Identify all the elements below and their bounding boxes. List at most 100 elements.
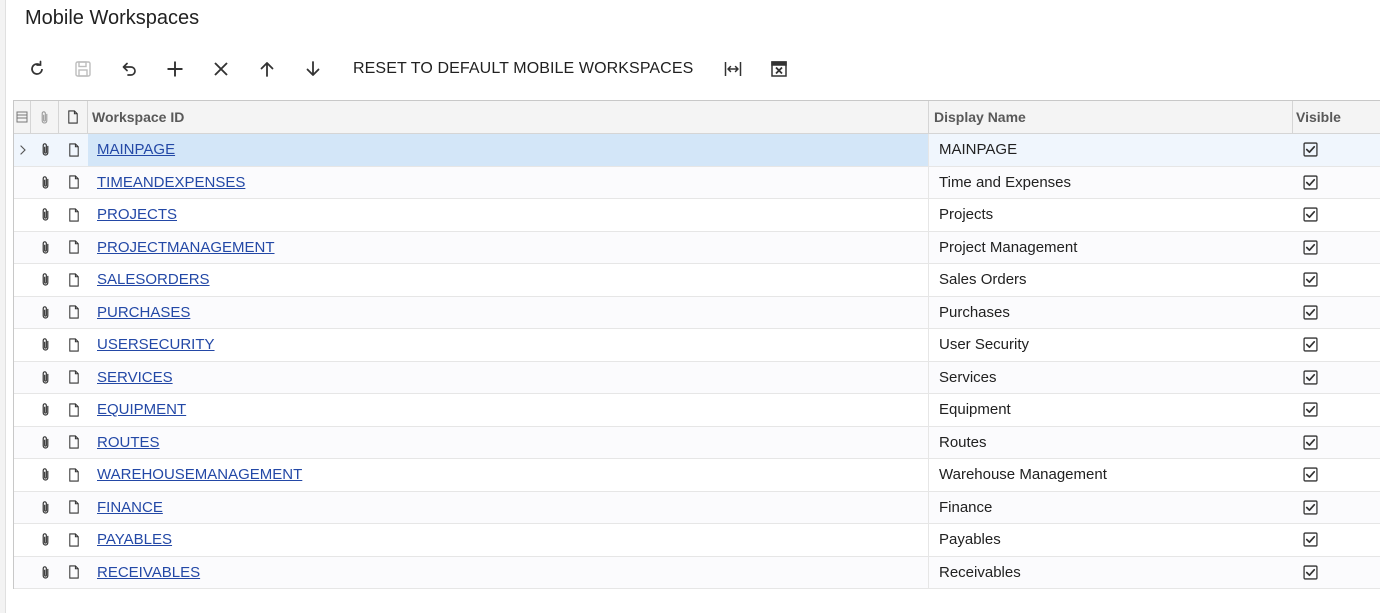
row-notes[interactable]: [59, 199, 88, 231]
workspace-id-column-header[interactable]: Workspace ID: [88, 101, 929, 133]
row-selector[interactable]: [14, 297, 31, 329]
reset-to-default-button[interactable]: RESET TO DEFAULT MOBILE WORKSPACES: [336, 52, 710, 86]
table-row[interactable]: MAINPAGE MAINPAGE: [14, 134, 1380, 167]
save-button[interactable]: [60, 52, 106, 86]
row-notes[interactable]: [59, 394, 88, 426]
row-notes[interactable]: [59, 232, 88, 264]
row-selector[interactable]: [14, 427, 31, 459]
table-row[interactable]: FINANCE Finance: [14, 491, 1380, 524]
workspace-id-link[interactable]: USERSECURITY: [97, 336, 215, 353]
table-row[interactable]: TIMEANDEXPENSES Time and Expenses: [14, 166, 1380, 199]
visible-checkbox[interactable]: [1303, 435, 1318, 450]
row-selector[interactable]: [14, 199, 31, 231]
undo-button[interactable]: [106, 52, 152, 86]
table-row[interactable]: EQUIPMENT Equipment: [14, 394, 1380, 427]
table-row[interactable]: USERSECURITY User Security: [14, 329, 1380, 362]
display-name-cell[interactable]: Sales Orders: [929, 264, 1293, 296]
row-attachments[interactable]: [31, 492, 59, 524]
row-selector[interactable]: [14, 557, 31, 589]
display-name-cell[interactable]: Project Management: [929, 232, 1293, 264]
row-attachments[interactable]: [31, 394, 59, 426]
display-name-cell[interactable]: Time and Expenses: [929, 167, 1293, 199]
row-attachments[interactable]: [31, 232, 59, 264]
visible-checkbox[interactable]: [1303, 337, 1318, 352]
display-name-cell[interactable]: Services: [929, 362, 1293, 394]
display-name-column-header[interactable]: Display Name: [929, 101, 1293, 133]
row-selector[interactable]: [14, 167, 31, 199]
row-attachments[interactable]: [31, 524, 59, 556]
row-attachments[interactable]: [31, 134, 59, 166]
table-row[interactable]: RECEIVABLES Receivables: [14, 556, 1380, 589]
row-attachments[interactable]: [31, 297, 59, 329]
row-notes[interactable]: [59, 167, 88, 199]
visible-checkbox[interactable]: [1303, 500, 1318, 515]
row-attachments[interactable]: [31, 362, 59, 394]
workspace-id-link[interactable]: PURCHASES: [97, 304, 190, 321]
move-down-button[interactable]: [290, 52, 336, 86]
row-selector[interactable]: [14, 134, 31, 166]
workspace-id-link[interactable]: PAYABLES: [97, 531, 172, 548]
workspace-id-link[interactable]: TIMEANDEXPENSES: [97, 174, 245, 191]
table-row[interactable]: PROJECTMANAGEMENT Project Management: [14, 231, 1380, 264]
table-row[interactable]: PURCHASES Purchases: [14, 296, 1380, 329]
display-name-cell[interactable]: Receivables: [929, 557, 1293, 589]
table-row[interactable]: SERVICES Services: [14, 361, 1380, 394]
add-row-button[interactable]: [152, 52, 198, 86]
refresh-button[interactable]: [14, 52, 60, 86]
display-name-cell[interactable]: Projects: [929, 199, 1293, 231]
row-selector-header[interactable]: [14, 101, 31, 133]
workspace-id-link[interactable]: PROJECTS: [97, 206, 177, 223]
row-selector[interactable]: [14, 264, 31, 296]
visible-checkbox[interactable]: [1303, 532, 1318, 547]
workspace-id-link[interactable]: FINANCE: [97, 499, 163, 516]
row-notes[interactable]: [59, 264, 88, 296]
table-row[interactable]: ROUTES Routes: [14, 426, 1380, 459]
table-row[interactable]: PROJECTS Projects: [14, 199, 1380, 232]
workspace-id-link[interactable]: MAINPAGE: [97, 141, 175, 158]
row-notes[interactable]: [59, 427, 88, 459]
display-name-cell[interactable]: Warehouse Management: [929, 459, 1293, 491]
workspace-id-link[interactable]: SALESORDERS: [97, 271, 210, 288]
row-attachments[interactable]: [31, 427, 59, 459]
row-notes[interactable]: [59, 557, 88, 589]
workspace-id-link[interactable]: RECEIVABLES: [97, 564, 200, 581]
visible-checkbox[interactable]: [1303, 272, 1318, 287]
workspace-id-link[interactable]: SERVICES: [97, 369, 173, 386]
move-up-button[interactable]: [244, 52, 290, 86]
visible-checkbox[interactable]: [1303, 565, 1318, 580]
row-attachments[interactable]: [31, 329, 59, 361]
row-notes[interactable]: [59, 297, 88, 329]
visible-checkbox[interactable]: [1303, 402, 1318, 417]
workspace-id-link[interactable]: ROUTES: [97, 434, 160, 451]
workspace-id-link[interactable]: WAREHOUSEMANAGEMENT: [97, 466, 302, 483]
visible-checkbox[interactable]: [1303, 305, 1318, 320]
visible-checkbox[interactable]: [1303, 175, 1318, 190]
display-name-cell[interactable]: MAINPAGE: [929, 134, 1293, 166]
workspace-id-link[interactable]: PROJECTMANAGEMENT: [97, 239, 275, 256]
row-attachments[interactable]: [31, 167, 59, 199]
visible-checkbox[interactable]: [1303, 142, 1318, 157]
row-selector[interactable]: [14, 232, 31, 264]
row-notes[interactable]: [59, 134, 88, 166]
display-name-cell[interactable]: Routes: [929, 427, 1293, 459]
row-selector[interactable]: [14, 524, 31, 556]
table-row[interactable]: SALESORDERS Sales Orders: [14, 264, 1380, 297]
visible-column-header[interactable]: Visible: [1293, 101, 1380, 133]
row-selector[interactable]: [14, 394, 31, 426]
delete-row-button[interactable]: [198, 52, 244, 86]
row-notes[interactable]: [59, 329, 88, 361]
table-row[interactable]: WAREHOUSEMANAGEMENT Warehouse Management: [14, 459, 1380, 492]
display-name-cell[interactable]: Purchases: [929, 297, 1293, 329]
export-excel-button[interactable]: [756, 52, 802, 86]
display-name-cell[interactable]: Payables: [929, 524, 1293, 556]
workspace-id-link[interactable]: EQUIPMENT: [97, 401, 186, 418]
row-selector[interactable]: [14, 492, 31, 524]
row-selector[interactable]: [14, 329, 31, 361]
row-attachments[interactable]: [31, 459, 59, 491]
row-selector[interactable]: [14, 459, 31, 491]
visible-checkbox[interactable]: [1303, 370, 1318, 385]
table-row[interactable]: PAYABLES Payables: [14, 524, 1380, 557]
display-name-cell[interactable]: User Security: [929, 329, 1293, 361]
row-selector[interactable]: [14, 362, 31, 394]
row-notes[interactable]: [59, 362, 88, 394]
